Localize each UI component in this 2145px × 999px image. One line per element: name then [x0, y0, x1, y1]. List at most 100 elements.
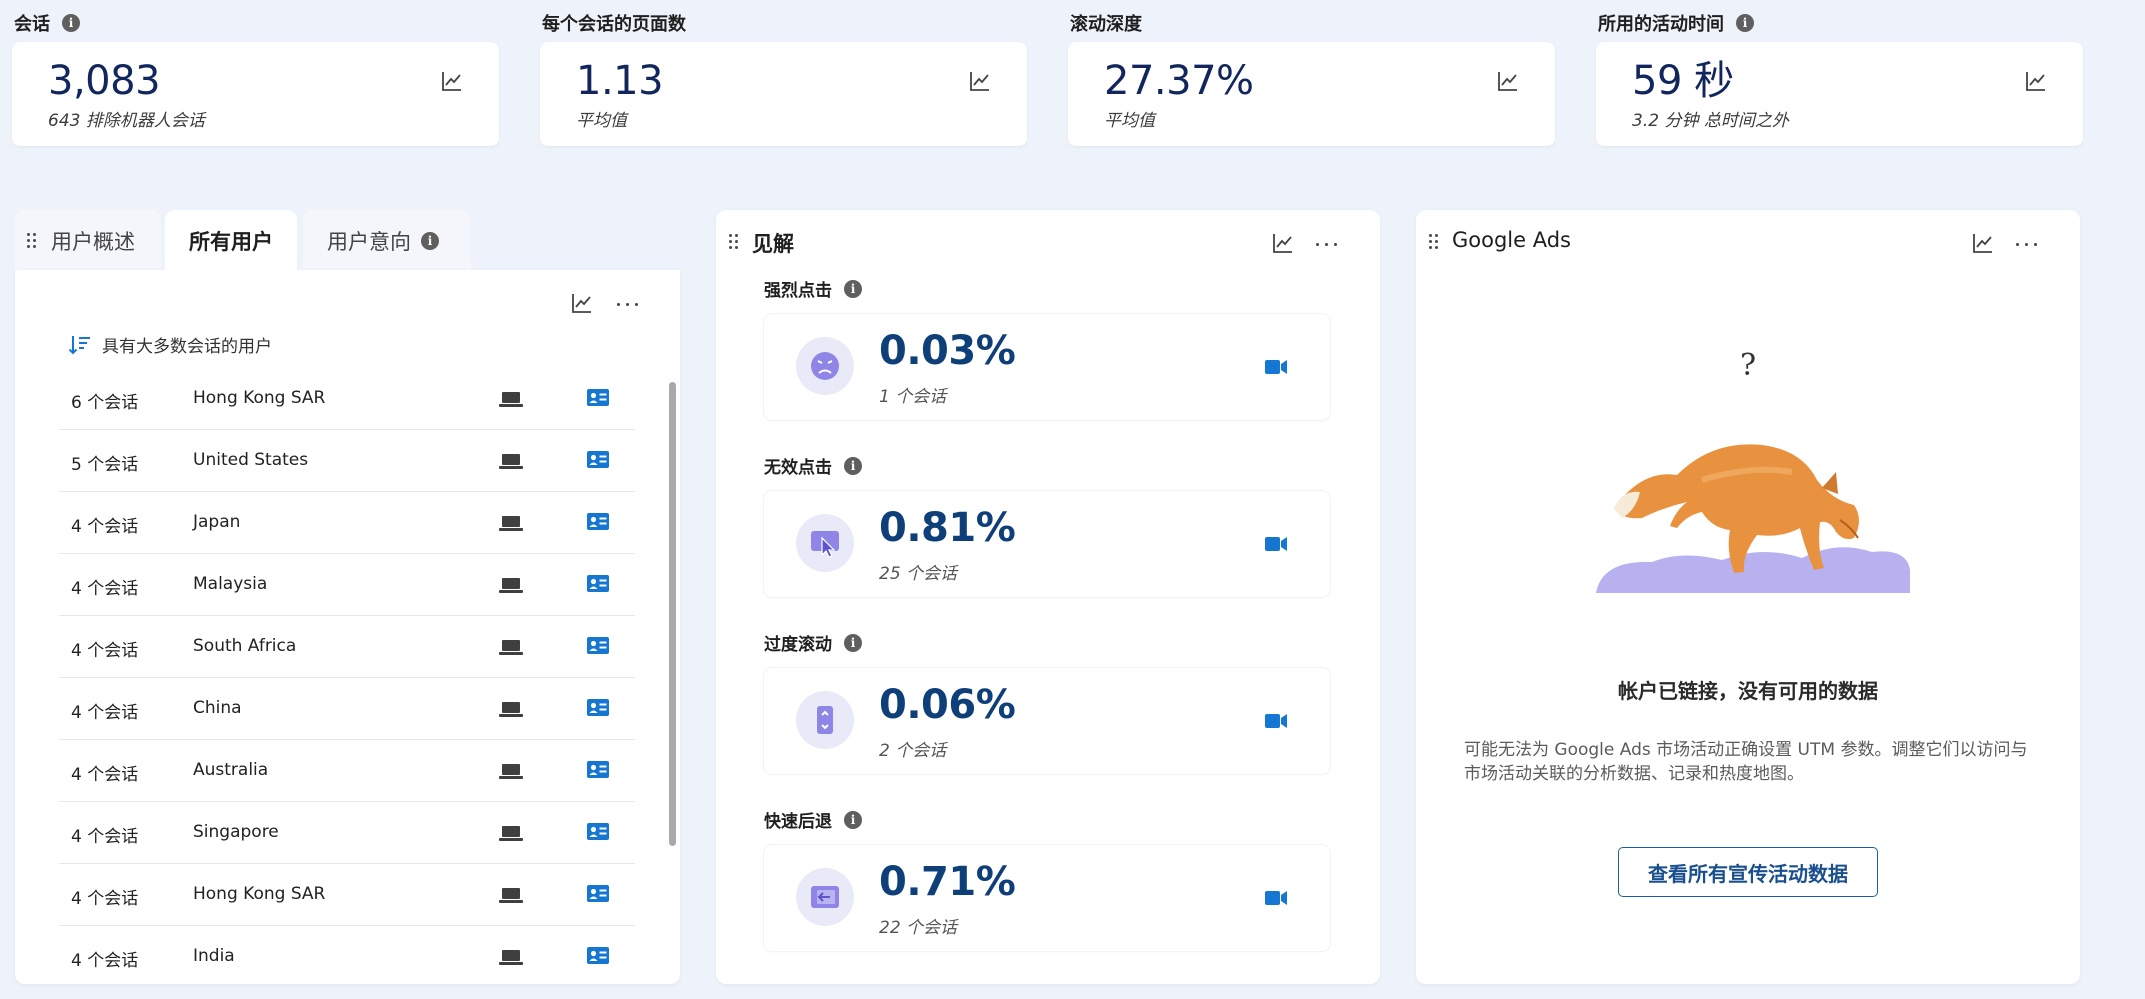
trend-chart-icon[interactable] [1497, 70, 1519, 92]
user-row[interactable]: 4 个会话 Malaysia [59, 554, 635, 616]
user-profile-card-icon[interactable] [587, 947, 609, 964]
insight-label-text: 过度滚动 [764, 635, 832, 655]
trend-chart-icon[interactable] [2025, 70, 2047, 92]
info-icon[interactable]: i [421, 232, 439, 250]
user-row[interactable]: 4 个会话 Hong Kong SAR [59, 864, 635, 926]
sort-control[interactable]: 具有大多数会话的用户 [68, 332, 272, 357]
video-recording-icon[interactable] [1264, 535, 1288, 553]
video-recording-icon[interactable] [1264, 712, 1288, 730]
user-country: South Africa [193, 636, 297, 656]
user-profile-card-icon[interactable] [587, 575, 609, 592]
sort-label: 具有大多数会话的用户 [102, 337, 272, 357]
laptop-icon [499, 824, 523, 842]
user-profile-card-icon[interactable] [587, 823, 609, 840]
user-session-count: 4 个会话 [71, 827, 139, 847]
metric-card: 3,083 643 排除机器人会话 [12, 42, 499, 146]
insight-card-quick-back[interactable]: 0.71% 22 个会话 [764, 845, 1330, 951]
user-profile-card-icon[interactable] [587, 761, 609, 778]
metric-subtext: 3.2 分钟 总时间之外 [1632, 111, 1789, 131]
ads-empty-description: 可能无法为 Google Ads 市场活动正确设置 UTM 参数。调整它们以访问… [1464, 740, 2028, 784]
insight-label: 无效点击 i [764, 453, 862, 478]
user-session-count: 4 个会话 [71, 765, 139, 785]
metric-card: 27.37% 平均值 [1068, 42, 1555, 146]
user-profile-card-icon[interactable] [587, 513, 609, 530]
trend-chart-icon[interactable] [571, 292, 593, 314]
user-profile-card-icon[interactable] [587, 885, 609, 902]
view-all-campaigns-button[interactable]: 查看所有宣传活动数据 [1618, 847, 1878, 897]
user-row[interactable]: 4 个会话 South Africa [59, 616, 635, 678]
user-row[interactable]: 6 个会话 Hong Kong SAR [59, 368, 635, 430]
trend-chart-icon[interactable] [969, 70, 991, 92]
drag-handle-icon[interactable] [27, 233, 37, 249]
metric-subtext: 平均值 [1104, 111, 1155, 131]
trend-chart-icon[interactable] [1272, 232, 1294, 254]
metric-value: 59 秒 [1632, 58, 1734, 104]
video-recording-icon[interactable] [1264, 889, 1288, 907]
user-country: China [193, 698, 242, 718]
insight-card-rage-clicks[interactable]: 0.03% 1 个会话 [764, 314, 1330, 420]
insight-value: 0.03% [879, 328, 1016, 374]
insight-sessions: 2 个会话 [879, 741, 947, 761]
user-profile-card-icon[interactable] [587, 451, 609, 468]
user-row[interactable]: 4 个会话 India [59, 926, 635, 984]
info-icon[interactable]: i [844, 279, 862, 298]
user-country: Australia [193, 760, 269, 780]
user-session-count: 4 个会话 [71, 641, 139, 661]
insight-value: 0.06% [879, 682, 1016, 728]
user-session-count: 5 个会话 [71, 455, 139, 475]
insight-sessions: 22 个会话 [879, 918, 958, 938]
user-session-count: 4 个会话 [71, 579, 139, 599]
drag-handle-icon[interactable] [1429, 234, 1439, 250]
tab-all-users[interactable]: 所有用户 [165, 210, 297, 272]
user-country: Hong Kong SAR [193, 884, 326, 904]
ads-empty-heading: 帐户已链接，没有可用的数据 [1618, 679, 1878, 703]
scroll-icon [817, 706, 833, 734]
laptop-icon [499, 576, 523, 594]
insight-sessions: 1 个会话 [879, 387, 947, 407]
tab-user-overview[interactable]: 用户概述 [15, 210, 161, 272]
panel-title: Google Ads [1452, 228, 1571, 252]
more-options-icon[interactable] [617, 300, 645, 308]
video-recording-icon[interactable] [1264, 358, 1288, 376]
user-row[interactable]: 5 个会话 United States [59, 430, 635, 492]
user-country: Malaysia [193, 574, 268, 594]
metric-subtext: 平均值 [576, 111, 627, 131]
user-row[interactable]: 4 个会话 China [59, 678, 635, 740]
user-row[interactable]: 4 个会话 Japan [59, 492, 635, 554]
info-icon[interactable]: i [62, 14, 80, 32]
user-country: Hong Kong SAR [193, 388, 326, 408]
insight-card-excessive-scroll[interactable]: 0.06% 2 个会话 [764, 668, 1330, 774]
metric-scroll-depth: 滚动深度 27.37% 平均值 [1068, 10, 1555, 146]
panel-title: 见解 [752, 232, 794, 256]
info-icon[interactable]: i [844, 633, 862, 652]
insights-panel: 见解 强烈点击 i 0.03% 1 个会话 无效点击 i 0.81% 25 个会… [716, 210, 1380, 984]
user-row[interactable]: 4 个会话 Singapore [59, 802, 635, 864]
user-profile-card-icon[interactable] [587, 637, 609, 654]
metric-value: 27.37% [1104, 58, 1254, 104]
metric-title: 每个会话的页面数 [542, 14, 686, 35]
insight-value: 0.81% [879, 505, 1016, 551]
laptop-icon [499, 886, 523, 904]
insight-label-text: 无效点击 [764, 458, 832, 478]
drag-handle-icon[interactable] [729, 234, 739, 250]
tab-user-intent[interactable]: 用户意向 i [303, 210, 471, 272]
info-icon[interactable]: i [844, 456, 862, 475]
user-country: Singapore [193, 822, 279, 842]
more-options-icon[interactable] [2016, 240, 2044, 248]
insight-card-dead-clicks[interactable]: 0.81% 25 个会话 [764, 491, 1330, 597]
metric-card: 1.13 平均值 [540, 42, 1027, 146]
user-country: United States [193, 450, 309, 470]
tab-label: 用户意向 [327, 230, 411, 254]
trend-chart-icon[interactable] [441, 70, 463, 92]
scrollbar[interactable] [669, 382, 676, 846]
user-profile-card-icon[interactable] [587, 699, 609, 716]
user-session-count: 4 个会话 [71, 951, 139, 971]
metric-value: 3,083 [48, 58, 161, 104]
user-profile-card-icon[interactable] [587, 389, 609, 406]
info-icon[interactable]: i [1736, 14, 1754, 32]
info-icon[interactable]: i [844, 810, 862, 829]
metric-sessions: 会话 i 3,083 643 排除机器人会话 [12, 10, 499, 146]
user-row[interactable]: 4 个会话 Australia [59, 740, 635, 802]
trend-chart-icon[interactable] [1972, 232, 1994, 254]
more-options-icon[interactable] [1316, 240, 1344, 248]
